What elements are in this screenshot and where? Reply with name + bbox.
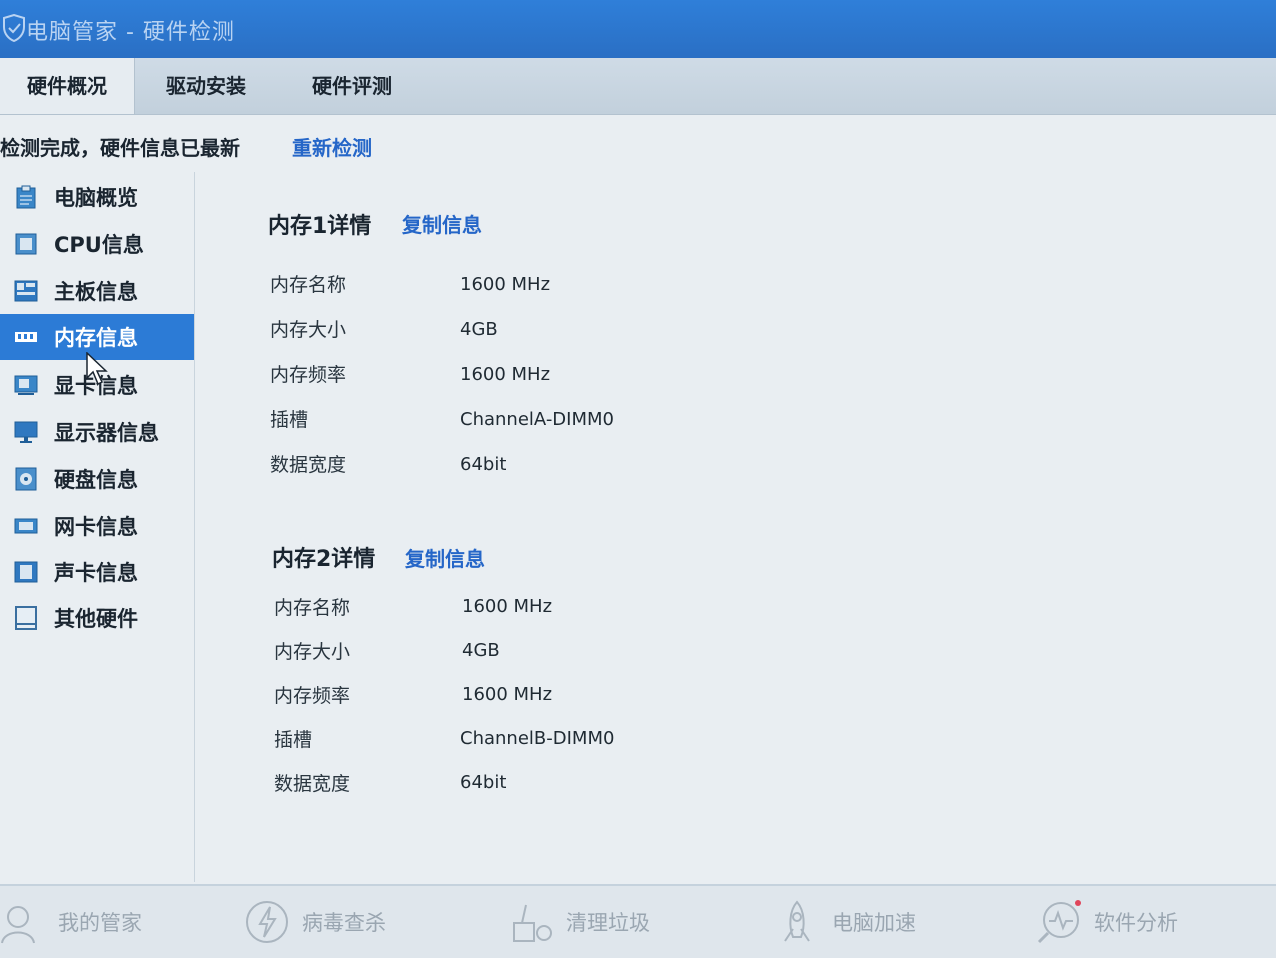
nav-virus-scan[interactable]: 病毒查杀 [244,886,386,958]
sidebar-item-label: 显示器信息 [54,421,159,445]
sidebar-item-pc-overview[interactable]: 电脑概览 [0,174,194,220]
cpu-icon [14,232,38,256]
nav-speed-up[interactable]: 电脑加速 [774,886,916,958]
memory-2-name-label: 内存名称 [274,597,351,619]
person-icon [1,906,35,944]
sidebar-item-monitor[interactable]: 显示器信息 [0,409,194,455]
nav-my-manager[interactable]: 我的管家 [0,886,142,958]
sidebar-item-label: 硬盘信息 [54,468,138,492]
window-titlebar: 电脑管家 - 硬件检测 [0,0,1276,58]
memory-2-size-value: 4GB [462,640,500,661]
rocket-icon [784,900,810,942]
sound-card-icon [14,560,38,584]
nav-label: 病毒查杀 [302,911,386,935]
memory-2-copy-link[interactable]: 复制信息 [405,543,485,572]
bottom-navigation: 我的管家 病毒查杀 清理垃圾 电脑加速 软件分析 [0,884,1276,958]
memory-2-frequency-label: 内存频率 [274,685,351,707]
lightning-shield-icon [246,901,288,943]
sidebar-item-label: 主板信息 [54,280,138,304]
memory-1-width-value: 64bit [460,454,507,475]
sidebar-item-other-hardware[interactable]: 其他硬件 [0,595,194,641]
memory-2-width-label: 数据宽度 [274,773,351,795]
memory-1-size-value: 4GB [460,319,498,340]
memory-2-slot-label: 插槽 [274,729,313,751]
nav-label: 清理垃圾 [566,911,650,935]
memory-1-size-label: 内存大小 [270,319,347,341]
broom-icon [513,904,552,942]
sidebar-item-sound-card[interactable]: 声卡信息 [0,549,194,595]
memory-2-size-label: 内存大小 [274,641,351,663]
memory-1-slot-label: 插槽 [270,409,309,431]
sidebar: 电脑概览 CPU信息 主板信息 内存信息 显卡信息 显示器信息 硬盘信息 网卡信… [0,172,195,882]
other-hardware-icon [14,606,38,630]
tab-hardware-overview[interactable]: 硬件概况 [0,58,135,114]
memory-1-width-label: 数据宽度 [270,454,347,476]
memory-1-name-value: 1600 MHz [460,274,551,295]
memory-1-frequency-label: 内存频率 [270,364,347,386]
memory-2-name-value: 1600 MHz [462,596,553,617]
shield-check-icon [3,14,25,42]
redetect-link[interactable]: 重新检测 [292,132,372,161]
memory-2-title: 内存2详情 [272,547,376,572]
window-title: 电脑管家 - 硬件检测 [26,20,235,45]
sidebar-item-label: 电脑概览 [54,186,138,210]
sidebar-item-network-card[interactable]: 网卡信息 [0,503,194,549]
clipboard-icon [14,185,38,209]
tab-hardware-benchmark[interactable]: 硬件评测 [286,58,418,114]
motherboard-icon [14,279,38,303]
tab-driver-install[interactable]: 驱动安装 [140,58,272,114]
memory-1-copy-link[interactable]: 复制信息 [402,209,482,238]
memory-1-name-label: 内存名称 [270,274,347,296]
memory-icon [14,325,38,349]
disk-icon [14,467,38,491]
sidebar-item-cpu[interactable]: CPU信息 [0,221,194,267]
software-analysis-icon [1037,900,1081,944]
sidebar-item-label: 其他硬件 [54,607,138,631]
nav-label: 软件分析 [1094,911,1178,935]
sidebar-item-disk[interactable]: 硬盘信息 [0,456,194,502]
detection-status: 检测完成，硬件信息已最新 [0,136,240,160]
memory-2-frequency-value: 1600 MHz [462,684,553,705]
nav-software-analysis[interactable]: 软件分析 [1036,886,1178,958]
sidebar-item-motherboard[interactable]: 主板信息 [0,268,194,314]
mouse-cursor-icon [86,352,108,386]
tab-bar: 硬件概况 驱动安装 硬件评测 [0,58,1276,115]
monitor-icon [14,420,38,444]
sidebar-item-label: 网卡信息 [54,515,138,539]
nav-clean-junk[interactable]: 清理垃圾 [508,886,650,958]
memory-1-title: 内存1详情 [268,214,372,239]
nav-label: 我的管家 [58,911,142,935]
memory-1-slot-value: ChannelA-DIMM0 [460,409,614,430]
sidebar-item-label: CPU信息 [54,233,144,257]
memory-1-frequency-value: 1600 MHz [460,364,551,385]
memory-2-slot-value: ChannelB-DIMM0 [460,728,615,749]
network-card-icon [14,514,38,538]
nav-label: 电脑加速 [832,911,916,935]
sidebar-item-label: 内存信息 [54,326,138,350]
sidebar-item-label: 声卡信息 [54,561,138,585]
memory-2-width-value: 64bit [460,772,507,793]
graphics-card-icon [14,373,38,397]
